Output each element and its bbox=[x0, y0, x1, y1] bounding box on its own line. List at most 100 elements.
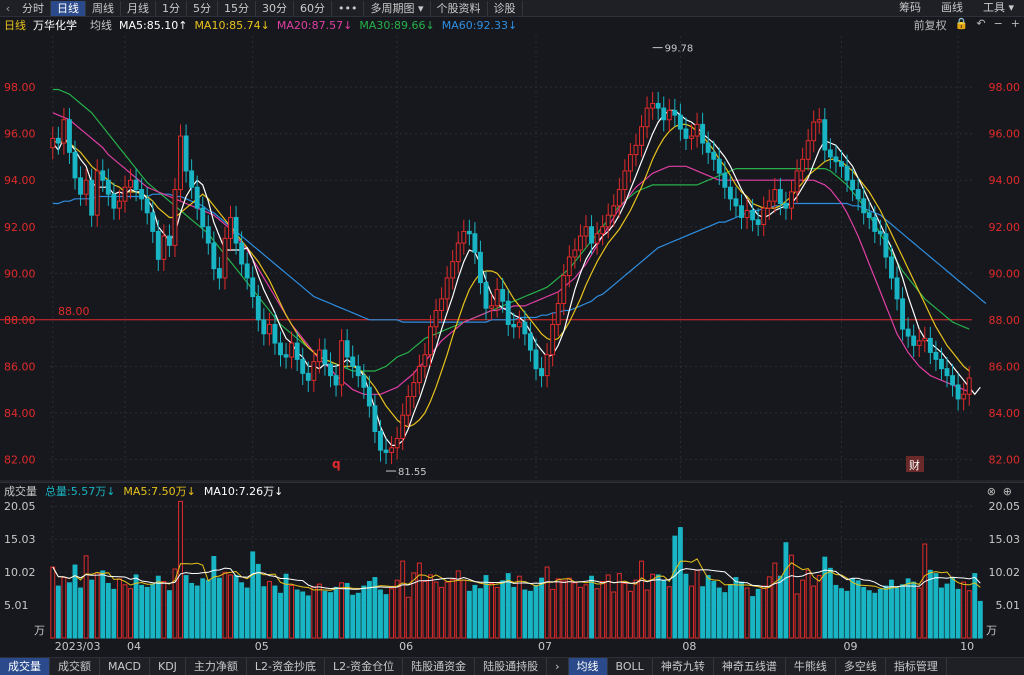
candle-body[interactable] bbox=[55, 137, 61, 144]
volume-bar[interactable] bbox=[844, 590, 850, 639]
volume-bar[interactable] bbox=[505, 573, 511, 639]
candle-body[interactable] bbox=[339, 340, 345, 386]
volume-bar[interactable] bbox=[228, 574, 233, 639]
volume-bar[interactable] bbox=[805, 569, 811, 639]
volume-bar[interactable] bbox=[316, 583, 322, 639]
volume-bar[interactable] bbox=[478, 588, 483, 639]
candle-body[interactable] bbox=[550, 323, 556, 356]
candle-body[interactable] bbox=[166, 235, 172, 246]
volume-bar[interactable] bbox=[322, 590, 328, 639]
candle-body[interactable] bbox=[244, 263, 250, 279]
candle-body[interactable] bbox=[428, 326, 433, 356]
volume-bar[interactable] bbox=[461, 579, 467, 639]
volume-bar[interactable] bbox=[700, 586, 706, 639]
volume-bar[interactable] bbox=[755, 588, 761, 639]
volume-bar[interactable] bbox=[383, 594, 389, 639]
volume-bar[interactable] bbox=[361, 585, 367, 639]
volume-bar[interactable] bbox=[944, 583, 950, 639]
volume-bar[interactable] bbox=[433, 581, 439, 639]
volume-bar[interactable] bbox=[611, 591, 617, 639]
candle-body[interactable] bbox=[533, 349, 539, 370]
candle-body[interactable] bbox=[472, 233, 478, 253]
volume-bar[interactable] bbox=[255, 563, 261, 639]
volume-bar[interactable] bbox=[178, 500, 183, 639]
volume-bar[interactable] bbox=[650, 573, 656, 639]
overlay-tab[interactable]: 指标管理 bbox=[886, 658, 947, 675]
volume-bar[interactable] bbox=[139, 584, 145, 639]
overlay-tab[interactable]: 牛熊线 bbox=[786, 658, 836, 675]
candle-body[interactable] bbox=[378, 430, 383, 451]
q-marker[interactable]: q bbox=[332, 457, 341, 471]
candle-body[interactable] bbox=[616, 189, 622, 207]
volume-bar[interactable] bbox=[266, 580, 272, 639]
candle-body[interactable] bbox=[505, 300, 511, 325]
volume-bar[interactable] bbox=[716, 587, 722, 639]
candle-body[interactable] bbox=[766, 200, 772, 209]
volume-bar[interactable] bbox=[294, 589, 300, 639]
volume-bar[interactable] bbox=[939, 587, 944, 639]
volume-bar[interactable] bbox=[544, 566, 550, 639]
candle-body[interactable] bbox=[411, 382, 417, 398]
candle-body[interactable] bbox=[611, 205, 617, 216]
indicator-tab[interactable]: 成交量 bbox=[0, 658, 50, 675]
volume-bar[interactable] bbox=[711, 580, 717, 639]
candle-body[interactable] bbox=[278, 342, 283, 356]
candle-body[interactable] bbox=[733, 198, 739, 207]
candle-body[interactable] bbox=[205, 226, 211, 244]
volume-bar[interactable] bbox=[405, 596, 411, 639]
candle-body[interactable] bbox=[122, 186, 128, 202]
candle-body[interactable] bbox=[739, 205, 744, 218]
volume-bar[interactable] bbox=[677, 527, 683, 639]
volume-bar[interactable] bbox=[450, 579, 456, 639]
volume-bar[interactable] bbox=[672, 535, 678, 639]
volume-bar[interactable] bbox=[833, 584, 839, 639]
candle-body[interactable] bbox=[900, 298, 906, 330]
candle-body[interactable] bbox=[511, 323, 517, 328]
volume-bar[interactable] bbox=[772, 562, 778, 639]
candle-body[interactable] bbox=[422, 354, 428, 367]
volume-bar[interactable] bbox=[616, 573, 622, 639]
candle-body[interactable] bbox=[328, 363, 333, 377]
volume-bar[interactable] bbox=[694, 569, 700, 639]
candle-body[interactable] bbox=[405, 396, 411, 416]
candle-body[interactable] bbox=[650, 102, 656, 109]
candle-body[interactable] bbox=[61, 119, 67, 144]
candle-body[interactable] bbox=[111, 193, 117, 209]
candle-body[interactable] bbox=[366, 386, 372, 407]
volume-bar[interactable] bbox=[922, 543, 928, 639]
candle-body[interactable] bbox=[600, 226, 606, 235]
volume-bar[interactable] bbox=[261, 586, 267, 639]
volume-bar[interactable] bbox=[744, 587, 750, 639]
volume-bar[interactable] bbox=[589, 575, 594, 639]
volume-bar[interactable] bbox=[155, 575, 161, 639]
volume-bar[interactable] bbox=[783, 542, 789, 639]
volume-bar[interactable] bbox=[955, 588, 961, 639]
candle-body[interactable] bbox=[589, 226, 594, 244]
volume-bar[interactable] bbox=[78, 587, 83, 639]
candle-body[interactable] bbox=[466, 230, 472, 235]
volume-bar[interactable] bbox=[444, 581, 450, 639]
volume-bar[interactable] bbox=[494, 586, 500, 639]
candle-body[interactable] bbox=[100, 170, 106, 181]
candle-body[interactable] bbox=[78, 177, 83, 195]
candle-body[interactable] bbox=[105, 179, 111, 195]
candle-body[interactable] bbox=[461, 230, 467, 244]
volume-bar[interactable] bbox=[516, 575, 522, 639]
kline-chart[interactable]: 98.00 98.00 96.00 96.00 94.00 94.00 92.00 92.00… bbox=[0, 0, 1024, 674]
volume-bar[interactable] bbox=[550, 588, 556, 639]
candle-body[interactable] bbox=[827, 149, 833, 158]
candle-body[interactable] bbox=[50, 137, 56, 149]
candle-body[interactable] bbox=[877, 230, 883, 235]
volume-bar[interactable] bbox=[511, 586, 517, 639]
candle-body[interactable] bbox=[794, 170, 800, 193]
volume-bar[interactable] bbox=[666, 586, 672, 639]
candle-body[interactable] bbox=[316, 349, 322, 363]
volume-bar[interactable] bbox=[305, 595, 311, 639]
volume-bar[interactable] bbox=[577, 586, 583, 639]
volume-bar[interactable] bbox=[105, 582, 111, 639]
candle-body[interactable] bbox=[750, 209, 756, 221]
indicator-tab[interactable]: KDJ bbox=[150, 658, 186, 675]
candle-body[interactable] bbox=[939, 358, 944, 370]
volume-bar[interactable] bbox=[50, 566, 56, 639]
candle-body[interactable] bbox=[266, 323, 272, 335]
